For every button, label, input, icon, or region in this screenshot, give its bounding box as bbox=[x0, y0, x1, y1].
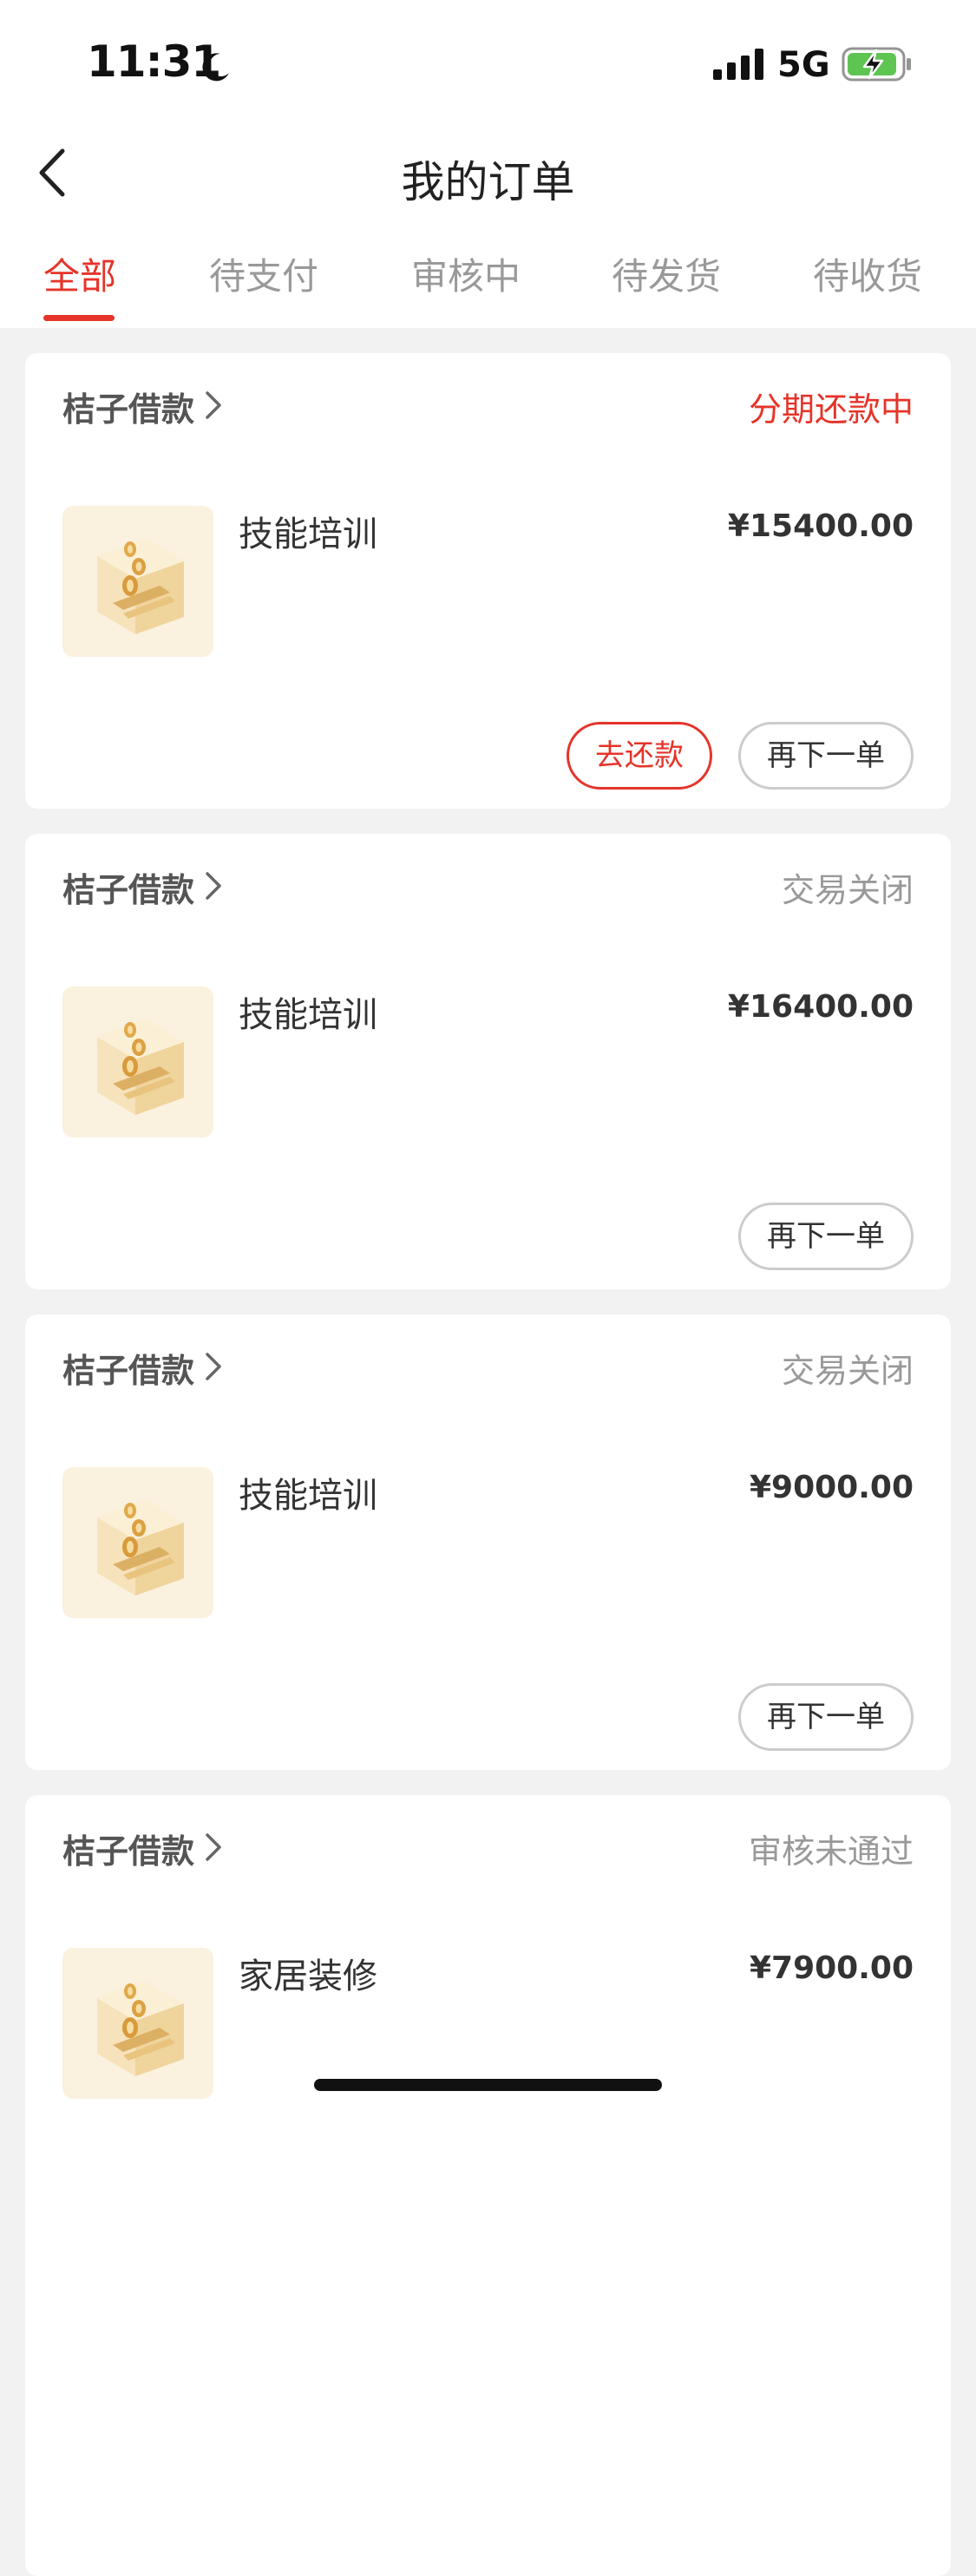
tab-pending-payment[interactable]: 待支付 bbox=[209, 247, 318, 300]
order-status: 交易关闭 bbox=[781, 1352, 914, 1390]
product-name[interactable]: 家居装修 bbox=[239, 1948, 377, 1998]
order-card[interactable]: 桔子借款 分期还款中 技能培训 ¥15400.00 去还款 再下一单 bbox=[25, 353, 951, 809]
coin-box-icon bbox=[97, 1500, 184, 1596]
chevron-right-icon[interactable] bbox=[204, 870, 223, 901]
order-card[interactable]: 桔子借款 审核未通过 家居装修 ¥7900.00 bbox=[25, 1795, 951, 2576]
reorder-button[interactable]: 再下一单 bbox=[738, 1203, 914, 1270]
coin-box-icon bbox=[97, 1981, 184, 2076]
tab-all[interactable]: 全部 bbox=[43, 247, 116, 300]
order-card[interactable]: 桔子借款 交易关闭 技能培训 ¥9000.00 再下一单 bbox=[25, 1314, 951, 1770]
product-name[interactable]: 技能培训 bbox=[239, 506, 377, 556]
order-price: ¥9000.00 bbox=[749, 1470, 914, 1505]
home-indicator bbox=[314, 2079, 662, 2091]
chevron-right-icon[interactable] bbox=[204, 1832, 223, 1863]
product-thumbnail[interactable] bbox=[62, 986, 213, 1137]
merchant-name[interactable]: 桔子借款 bbox=[62, 383, 194, 430]
tab-under-review[interactable]: 审核中 bbox=[411, 247, 521, 300]
order-status: 交易关闭 bbox=[781, 871, 914, 909]
order-card[interactable]: 桔子借款 交易关闭 技能培训 ¥16400.00 再下一单 bbox=[25, 834, 951, 1289]
merchant-name[interactable]: 桔子借款 bbox=[62, 1344, 194, 1392]
signal-icon bbox=[713, 49, 763, 80]
tab-pending-receipt[interactable]: 待收货 bbox=[813, 247, 922, 300]
merchant-name[interactable]: 桔子借款 bbox=[62, 863, 194, 911]
header-area: 11:31 5G 我的订单 全部 待支付 审核中 待发货 待收货 bbox=[0, 0, 976, 328]
reorder-button[interactable]: 再下一单 bbox=[738, 722, 914, 790]
order-price: ¥16400.00 bbox=[727, 989, 914, 1025]
product-thumbnail[interactable] bbox=[62, 1467, 213, 1618]
battery-charging-icon bbox=[842, 47, 911, 82]
product-thumbnail[interactable] bbox=[62, 506, 213, 657]
merchant-name[interactable]: 桔子借款 bbox=[62, 1825, 194, 1872]
active-tab-indicator bbox=[43, 315, 115, 321]
product-name[interactable]: 技能培训 bbox=[239, 986, 377, 1037]
moon-icon bbox=[202, 53, 229, 82]
coin-box-icon bbox=[97, 539, 184, 634]
coin-box-icon bbox=[97, 1019, 184, 1115]
order-status: 审核未通过 bbox=[748, 1832, 914, 1871]
chevron-right-icon[interactable] bbox=[204, 1351, 223, 1382]
order-price: ¥7900.00 bbox=[749, 1950, 914, 1986]
page-title: 我的订单 bbox=[401, 157, 575, 207]
product-name[interactable]: 技能培训 bbox=[239, 1467, 377, 1517]
order-status: 分期还款中 bbox=[748, 390, 914, 429]
order-price: ¥15400.00 bbox=[727, 508, 914, 544]
product-thumbnail[interactable] bbox=[62, 1948, 213, 2099]
repay-button[interactable]: 去还款 bbox=[567, 722, 712, 790]
tab-pending-shipment[interactable]: 待发货 bbox=[612, 247, 721, 300]
chevron-right-icon[interactable] bbox=[204, 390, 223, 421]
network-type: 5G bbox=[777, 45, 830, 85]
reorder-button[interactable]: 再下一单 bbox=[738, 1683, 914, 1751]
